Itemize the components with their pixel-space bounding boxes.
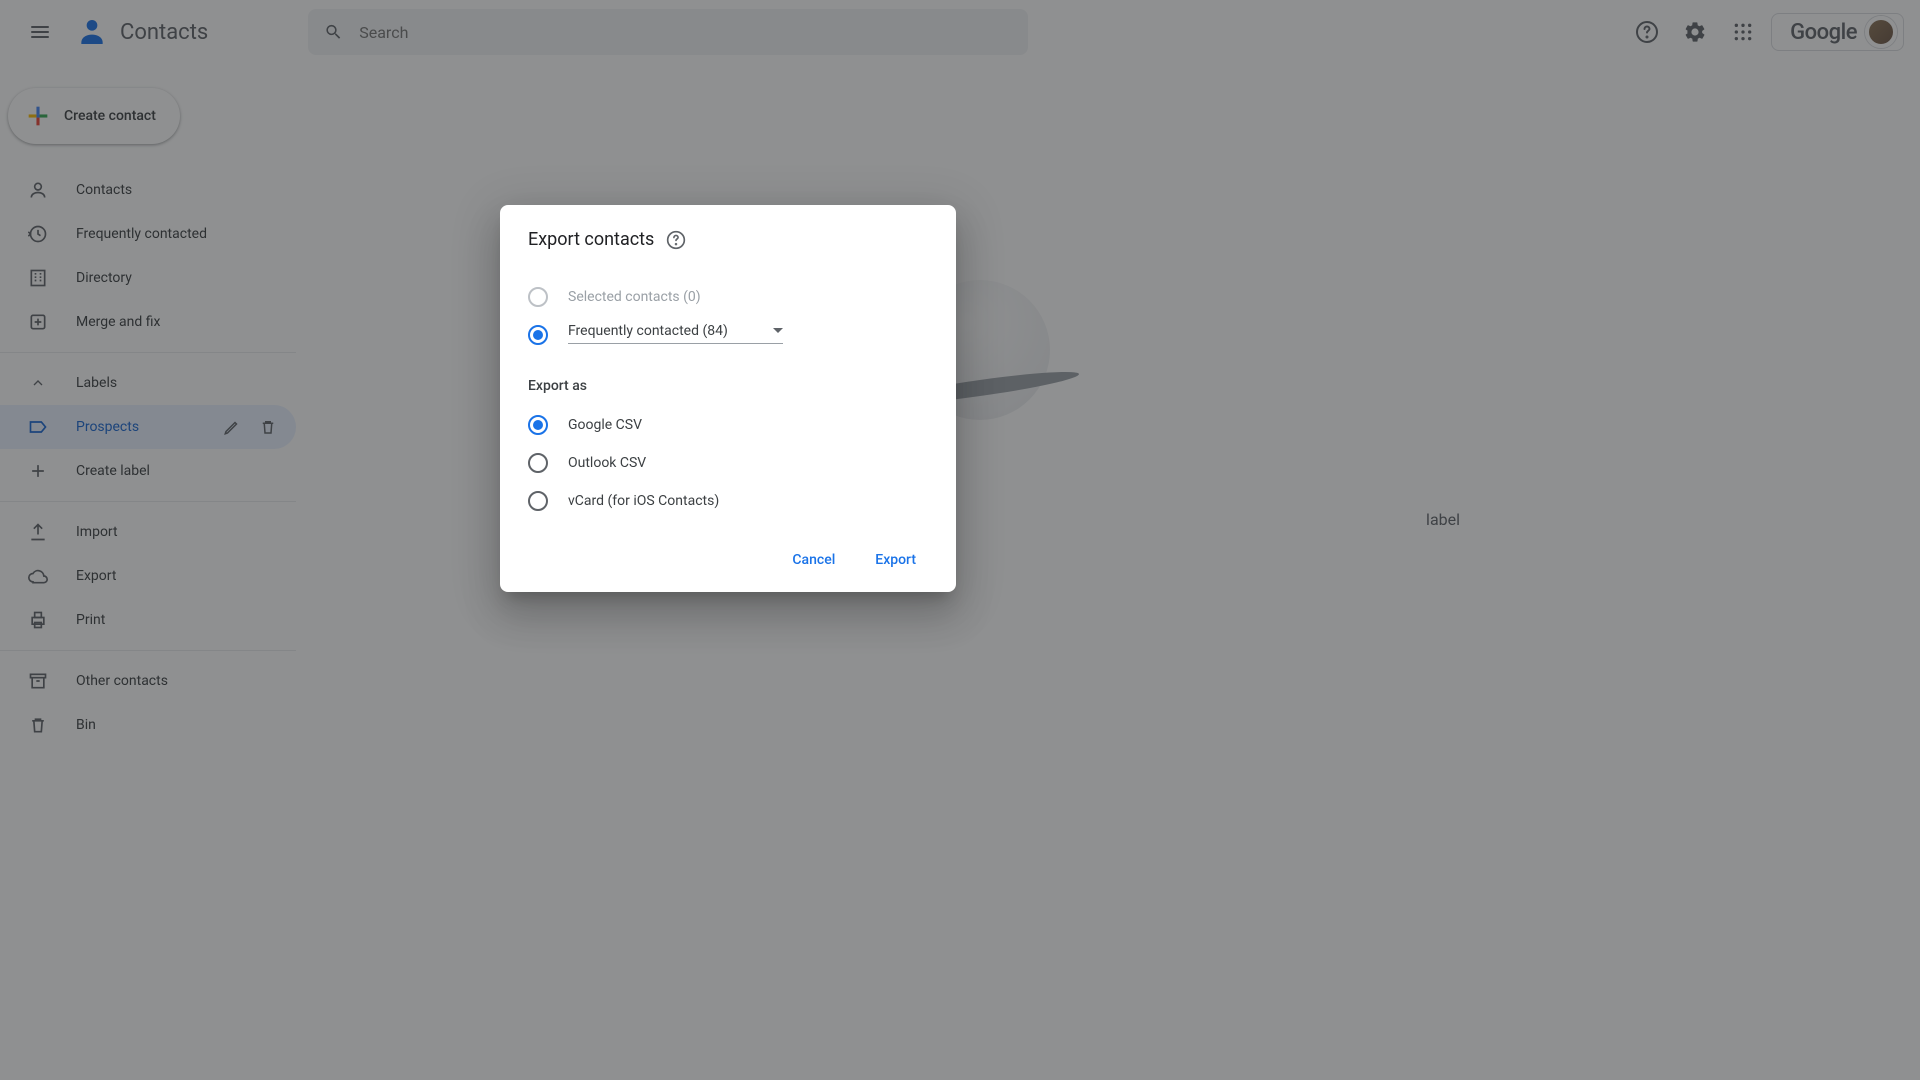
cancel-button[interactable]: Cancel [776, 544, 851, 576]
radio-icon [528, 287, 548, 307]
help-icon[interactable] [666, 230, 686, 250]
radio-icon [528, 325, 548, 345]
dialog-actions: Cancel Export [528, 544, 932, 576]
contacts-source-dropdown[interactable]: Frequently contacted (84) [568, 323, 783, 344]
radio-icon [528, 453, 548, 473]
radio-selected-contacts: Selected contacts (0) [528, 278, 932, 316]
radio-vcard[interactable]: vCard (for iOS Contacts) [528, 482, 932, 520]
radio-contacts-dropdown[interactable]: Frequently contacted (84) [528, 316, 932, 354]
radio-outlook-csv[interactable]: Outlook CSV [528, 444, 932, 482]
radio-label: vCard (for iOS Contacts) [568, 493, 719, 509]
radio-icon [528, 491, 548, 511]
dialog-title: Export contacts [528, 229, 654, 250]
radio-label: Selected contacts (0) [568, 289, 701, 305]
radio-label: Google CSV [568, 417, 642, 433]
export-as-label: Export as [528, 378, 932, 394]
dialog-header: Export contacts [528, 229, 932, 250]
dropdown-value: Frequently contacted (84) [568, 323, 765, 339]
modal-scrim[interactable] [0, 0, 1920, 1080]
export-button[interactable]: Export [859, 544, 932, 576]
export-contacts-dialog: Export contacts Selected contacts (0) Fr… [500, 205, 956, 592]
radio-icon [528, 415, 548, 435]
radio-label: Outlook CSV [568, 455, 646, 471]
dropdown-arrow-icon [773, 328, 783, 333]
radio-google-csv[interactable]: Google CSV [528, 406, 932, 444]
